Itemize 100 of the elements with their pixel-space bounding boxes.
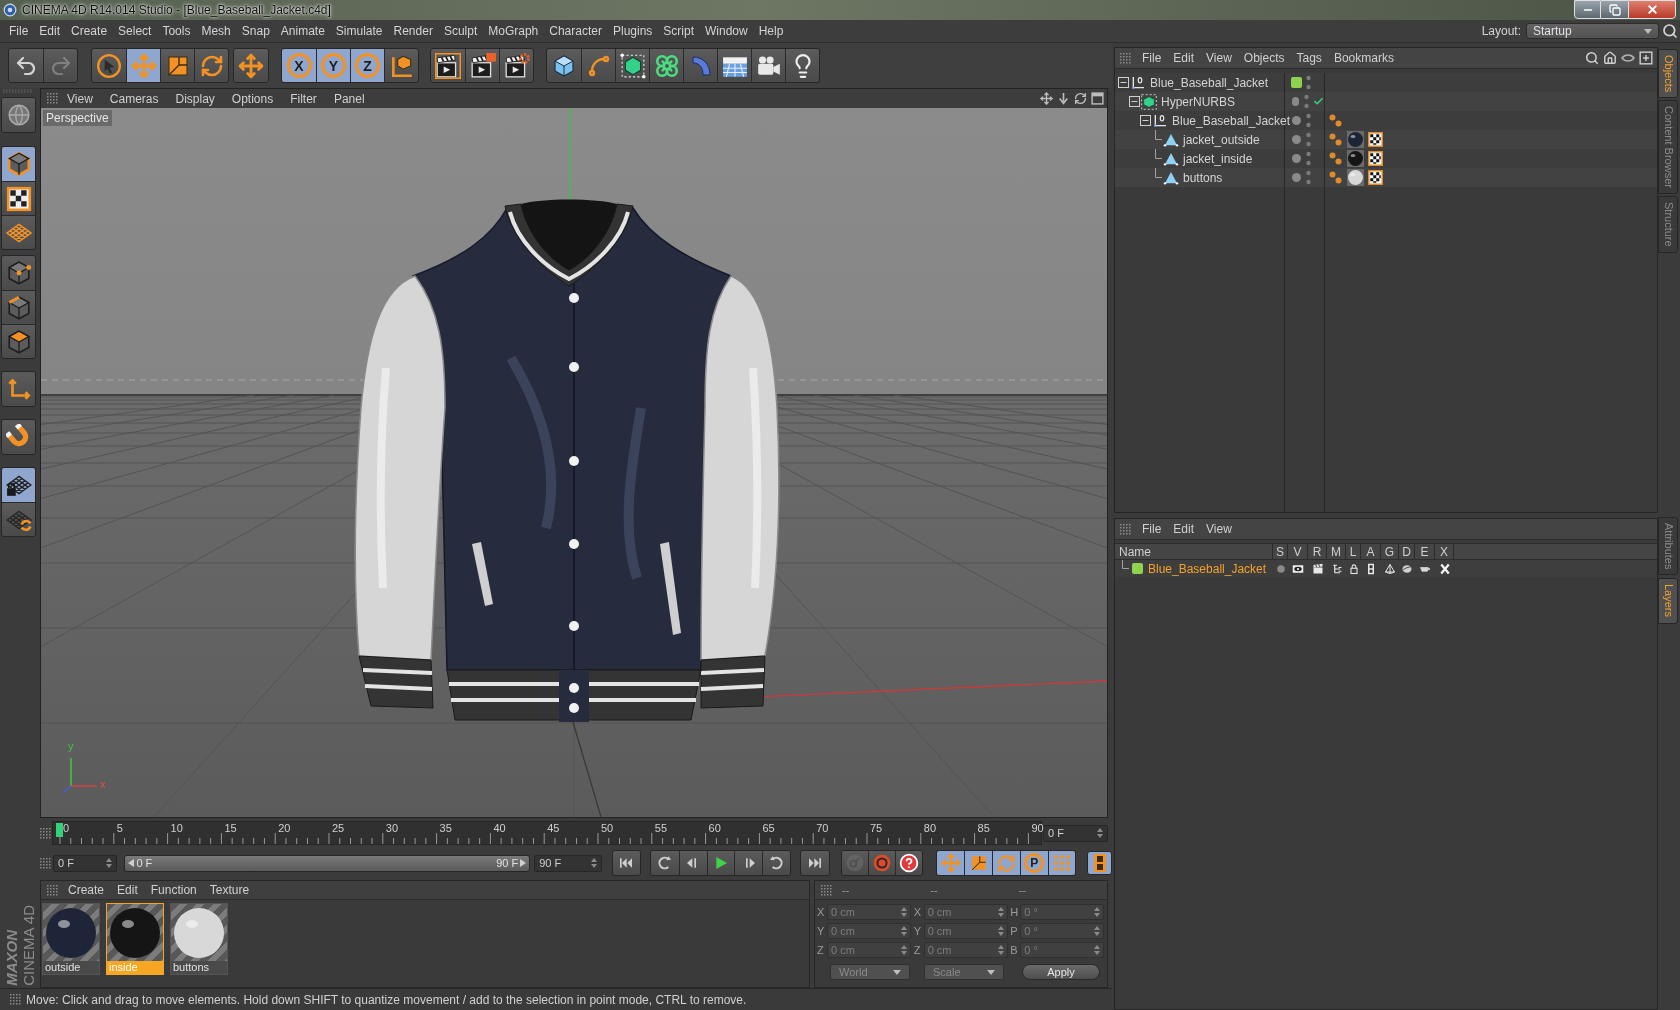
menu-item[interactable]: Function — [150, 884, 197, 896]
start-frame-field[interactable]: 0 F — [53, 854, 118, 872]
side-tab[interactable]: Structure — [1658, 196, 1678, 253]
menu-item[interactable]: File — [1142, 523, 1162, 535]
object-name[interactable]: Blue_Baseball_Jacket — [1150, 76, 1269, 89]
menu-item[interactable]: Help — [758, 25, 784, 37]
minimize-button[interactable] — [1574, 0, 1601, 19]
column-header[interactable]: L — [1346, 544, 1361, 559]
move-arrows-icon[interactable] — [1040, 92, 1053, 105]
menu-item[interactable]: Script — [663, 25, 694, 37]
axis-mode-button[interactable] — [2, 372, 35, 406]
menu-item[interactable]: Window — [705, 25, 748, 37]
layout-dropdown[interactable]: Startup — [1526, 23, 1659, 39]
column-header[interactable]: E — [1415, 544, 1435, 559]
workplane-rotate-button[interactable] — [2, 502, 35, 536]
rotate-icon[interactable] — [1074, 92, 1087, 105]
menu-item[interactable]: File — [1142, 52, 1162, 64]
material-sphere-icon[interactable] — [1347, 150, 1364, 167]
x-shape-icon[interactable] — [1438, 562, 1451, 575]
viewport-menu-item[interactable]: Display — [175, 92, 215, 105]
checker-icon[interactable] — [1368, 132, 1383, 147]
check-icon[interactable] — [1313, 96, 1324, 107]
visibility-dots-icon[interactable] — [1306, 132, 1311, 147]
pen-button[interactable] — [581, 49, 615, 82]
timeline-ruler[interactable]: 0 5 10 15 20 25 30 35 40 45 50 55 60 65 70 75 80 85 90 — [52, 821, 1042, 845]
object-name[interactable]: HyperNURBS — [1161, 95, 1235, 108]
coordinate-system-button[interactable] — [384, 49, 418, 82]
menu-item[interactable]: Edit — [39, 25, 61, 37]
render-settings-button[interactable] — [499, 49, 533, 82]
go-to-start-button[interactable] — [612, 851, 641, 875]
menu-item[interactable]: Create — [68, 884, 105, 896]
menu-item[interactable]: View — [1206, 523, 1232, 535]
record-button[interactable] — [868, 851, 895, 875]
window-icon[interactable] — [1091, 92, 1104, 105]
bent-disc-icon[interactable] — [1401, 562, 1413, 575]
next-frame-button[interactable] — [734, 851, 763, 875]
column-header[interactable]: R — [1308, 544, 1327, 559]
point-level-key-button[interactable] — [1047, 851, 1076, 875]
help-button[interactable] — [895, 851, 922, 875]
polygons-mode-button[interactable] — [2, 324, 35, 358]
column-header[interactable]: V — [1288, 544, 1308, 559]
dot-icon[interactable] — [1274, 562, 1287, 575]
maximize-button[interactable] — [1601, 0, 1628, 19]
column-header[interactable]: S — [1273, 544, 1288, 559]
lock-icon[interactable] — [1347, 562, 1360, 575]
camera-label[interactable]: Perspective — [43, 110, 112, 126]
menu-item[interactable]: Select — [118, 25, 152, 37]
menu-item[interactable]: Render — [393, 25, 433, 37]
side-tab[interactable]: Attributes — [1658, 517, 1678, 576]
parameter-key-button[interactable]: P — [1019, 851, 1048, 875]
clapperboard-icon[interactable] — [1311, 562, 1324, 575]
collapse-icon[interactable] — [1129, 96, 1140, 107]
x-axis-button[interactable]: X — [282, 49, 316, 82]
go-to-end-button[interactable] — [800, 851, 829, 875]
undo-button[interactable] — [9, 49, 43, 82]
column-header[interactable]: Name — [1115, 544, 1273, 559]
rotation-key-button[interactable] — [992, 851, 1020, 875]
viewport-menu-item[interactable]: Cameras — [109, 92, 159, 105]
menu-item[interactable]: Snap — [241, 25, 270, 37]
menu-item[interactable]: Plugins — [612, 25, 653, 37]
menu-item[interactable]: Character — [549, 25, 602, 37]
material-thumbnail[interactable]: outside — [42, 903, 100, 975]
column-header[interactable]: X — [1435, 544, 1454, 559]
light-button[interactable] — [785, 49, 819, 82]
menu-item[interactable]: MoGraph — [488, 25, 539, 37]
end-frame-field[interactable]: 90 F — [534, 854, 602, 872]
model-mode-button[interactable] — [2, 147, 35, 181]
current-frame-field[interactable]: 0 F — [1043, 824, 1108, 842]
material-thumbnail[interactable]: buttons — [170, 903, 228, 975]
material-sphere-icon[interactable] — [1347, 169, 1364, 186]
checker-icon[interactable] — [1368, 170, 1383, 185]
layer-color-icon[interactable] — [1291, 77, 1302, 88]
pyramid-icon[interactable] — [1384, 562, 1396, 575]
side-tab[interactable]: Objects — [1658, 49, 1678, 99]
recent-tool-button[interactable] — [234, 49, 268, 82]
rotate-tool-button[interactable] — [194, 49, 228, 82]
collapse-icon[interactable] — [1140, 115, 1151, 126]
live-selection-button[interactable] — [92, 49, 126, 82]
previous-frame-button[interactable] — [679, 851, 707, 875]
visibility-dots-icon[interactable] — [1304, 94, 1309, 109]
render-picture-button[interactable] — [465, 49, 499, 82]
side-tab[interactable]: Content Browser — [1658, 100, 1678, 195]
menu-item[interactable]: Bookmarks — [1333, 52, 1394, 64]
collapse-icon[interactable] — [1118, 77, 1129, 88]
workplane-lock-button[interactable] — [2, 468, 35, 502]
move-tool-button[interactable] — [126, 49, 160, 82]
menu-item[interactable]: Edit — [1173, 52, 1195, 64]
menu-item[interactable]: Animate — [280, 25, 325, 37]
search-icon[interactable] — [1585, 51, 1599, 65]
side-tab[interactable]: Layers — [1658, 578, 1678, 624]
object-name[interactable]: buttons — [1183, 171, 1223, 184]
workplane-mode-button[interactable] — [2, 215, 35, 249]
render-view-button[interactable] — [431, 49, 465, 82]
view-switch-button[interactable] — [2, 98, 35, 132]
column-header[interactable]: D — [1399, 544, 1415, 559]
floor-button[interactable] — [717, 49, 751, 82]
menu-item[interactable]: Objects — [1243, 52, 1285, 64]
cube-button[interactable] — [547, 49, 581, 82]
texture-mode-button[interactable] — [2, 181, 35, 215]
visibility-dots-icon[interactable] — [1306, 170, 1311, 185]
